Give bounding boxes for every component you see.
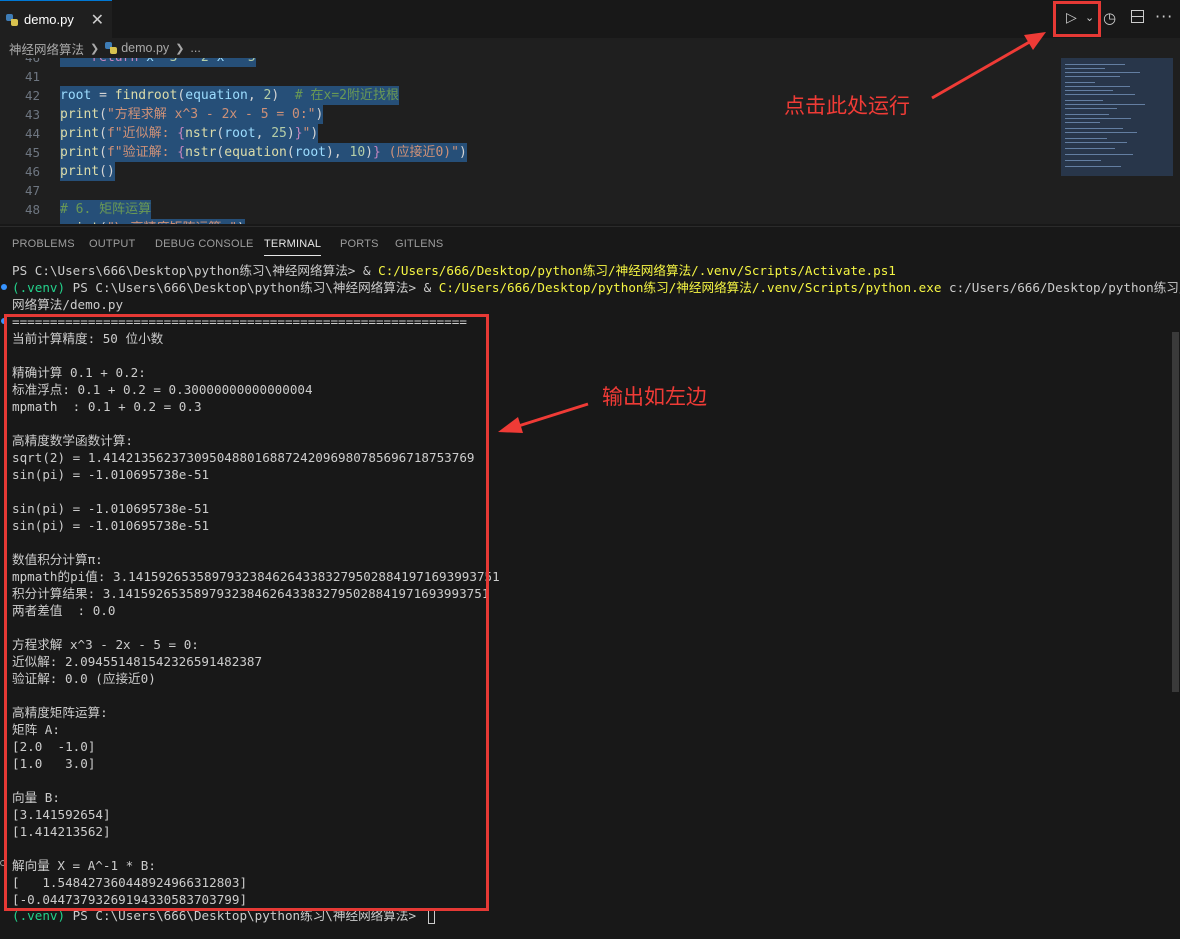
breadcrumb-ellipsis[interactable]: ... xyxy=(190,41,200,55)
terminal-cursor xyxy=(427,909,435,924)
code-editor[interactable]: 46 41 42 43 44 45 46 47 48 return x**3 -… xyxy=(0,58,1180,224)
line-number: 42 xyxy=(24,88,40,103)
tab-ports[interactable]: PORTS xyxy=(340,238,379,250)
terminal-line: (.venv) PS C:\Users\666\Desktop\python练习… xyxy=(12,280,1180,295)
code-line: print(f"近似解: {nstr(root, 25)}") xyxy=(60,124,319,143)
chevron-right-icon: ❯ xyxy=(90,42,100,55)
line-number: 47 xyxy=(24,183,40,198)
code-line: # 6. 矩阵运算 xyxy=(60,200,152,219)
tab-output[interactable]: OUTPUT xyxy=(89,238,135,250)
line-number: 48 xyxy=(24,202,40,217)
command-decoration-icon xyxy=(1,284,7,290)
code-line: print(f"验证解: {nstr(equation(root), 10)} … xyxy=(60,143,467,162)
minimap[interactable] xyxy=(1061,58,1173,176)
tab-terminal[interactable]: TERMINAL xyxy=(264,238,322,256)
code-line: return x**3 - 2*x - 5 xyxy=(60,58,256,67)
run-icon[interactable]: ▷ xyxy=(1066,10,1077,26)
code-line: root = findroot(equation, 2) # 在x=2附近找根 xyxy=(60,86,399,105)
more-actions-icon[interactable]: ··· xyxy=(1155,7,1173,26)
terminal-line: PS C:\Users\666\Desktop\python练习\神经网络算法>… xyxy=(12,263,896,278)
tab-demo-py[interactable]: demo.py ✕ xyxy=(0,0,112,38)
tab-label: demo.py xyxy=(24,12,74,27)
line-number: 44 xyxy=(24,126,40,141)
python-file-icon xyxy=(105,42,118,54)
chevron-right-icon: ❯ xyxy=(175,42,185,55)
close-tab-icon[interactable]: ✕ xyxy=(91,10,104,30)
annotation-output-hint: 输出如左边 xyxy=(602,385,707,409)
terminal-scrollbar[interactable] xyxy=(1172,332,1179,692)
breadcrumb-file[interactable]: demo.py xyxy=(121,41,169,55)
tab-problems[interactable]: PROBLEMS xyxy=(12,238,75,250)
code-line: print() xyxy=(60,162,115,181)
breadcrumb-folder[interactable]: 神经网络算法 xyxy=(9,39,84,58)
annotation-run-hint: 点击此处运行 xyxy=(784,94,910,118)
line-number: 41 xyxy=(24,69,40,84)
output-highlight-box xyxy=(4,314,489,911)
split-editor-icon[interactable] xyxy=(1131,10,1144,23)
line-number: 46 xyxy=(24,164,40,179)
breadcrumb: 神经网络算法 ❯ demo.py ❯ ... xyxy=(0,38,1180,58)
line-number: 46 xyxy=(4,58,40,67)
timeline-icon[interactable]: ◷ xyxy=(1103,9,1116,27)
python-file-icon xyxy=(6,13,18,26)
line-number: 45 xyxy=(24,145,40,160)
tab-debug-console[interactable]: DEBUG CONSOLE xyxy=(155,238,254,250)
panel-tabs: PROBLEMS OUTPUT DEBUG CONSOLE TERMINAL P… xyxy=(0,227,1180,261)
editor-tab-bar: demo.py ✕ ▷ ⌄ ◷ ··· xyxy=(0,0,1180,39)
run-dropdown-icon[interactable]: ⌄ xyxy=(1085,11,1094,24)
terminal-line: 网络算法/demo.py xyxy=(12,297,124,312)
code-line: print("方程求解 x^3 - 2x - 5 = 0:") xyxy=(60,105,324,124)
line-number: 43 xyxy=(24,107,40,122)
code-line: print("\n高精度矩阵运算:") xyxy=(60,219,245,224)
tab-gitlens[interactable]: GITLENS xyxy=(395,238,443,250)
